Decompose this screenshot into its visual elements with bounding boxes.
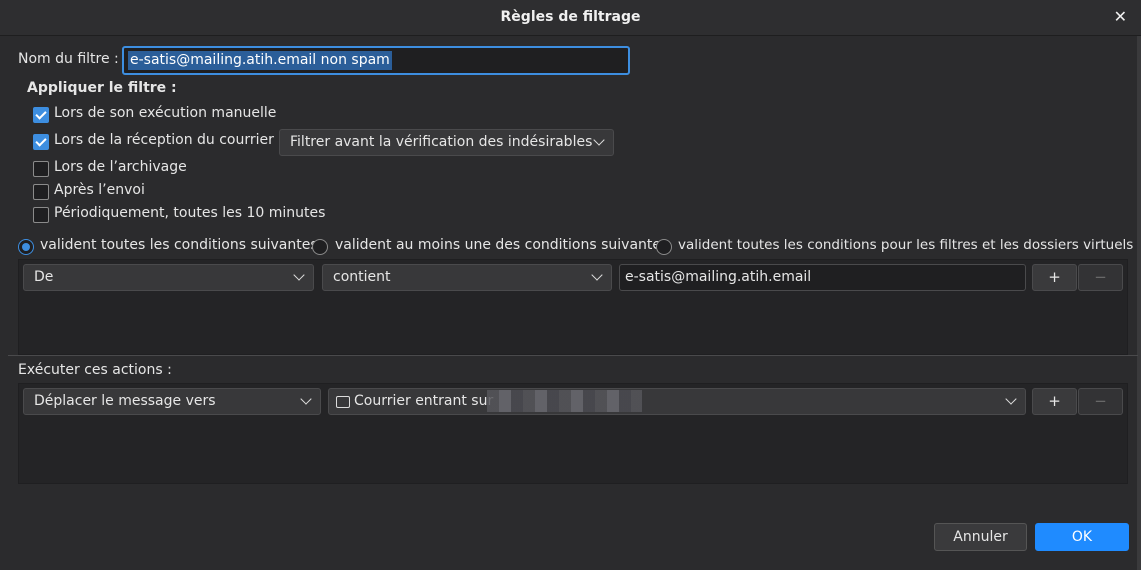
action-target-dropdown[interactable]: Courrier entrant sur [328,388,1026,415]
filter-name-label: Nom du filtre : [18,51,119,67]
apply-filter-heading: Appliquer le filtre : [27,80,177,96]
filter-name-value: e-satis@mailing.atih.email non spam [128,51,392,70]
action-type-dropdown[interactable]: Déplacer le message vers [23,388,321,415]
filter-name-input[interactable]: e-satis@mailing.atih.email non spam [122,46,630,75]
remove-condition-button[interactable]: − [1078,264,1123,291]
redacted-account-name [487,390,642,412]
actions-label: Exécuter ces actions : [18,362,172,378]
chevron-down-icon [300,393,312,405]
on-receive-label: Lors de la réception du courrier : [54,132,284,148]
match-all-label: valident toutes les conditions suivantes [40,237,318,253]
add-action-button[interactable]: + [1032,388,1077,415]
cancel-button[interactable]: Annuler [934,523,1027,551]
reception-timing-dropdown[interactable]: Filtrer avant la vérification des indési… [279,129,614,156]
reception-timing-value: Filtrer avant la vérification des indési… [290,134,593,150]
title-bar: Règles de filtrage ✕ [0,0,1141,36]
action-type-value: Déplacer le message vers [34,393,216,409]
condition-operator-value: contient [333,269,391,285]
match-all-virtual-label: valident toutes les conditions pour les … [678,237,1134,253]
chevron-down-icon [293,269,305,281]
periodic-checkbox[interactable] [33,207,49,223]
inbox-folder-icon [336,396,350,408]
condition-operator-dropdown[interactable]: contient [322,264,612,291]
ok-button[interactable]: OK [1035,523,1129,551]
on-receive-checkbox[interactable] [33,134,49,150]
condition-value-text: e-satis@mailing.atih.email [625,269,812,285]
chevron-down-icon [591,269,603,281]
match-all-virtual-radio[interactable] [656,239,672,255]
condition-value-input[interactable]: e-satis@mailing.atih.email [619,264,1026,291]
match-any-radio[interactable] [312,239,328,255]
chevron-down-icon [1005,393,1017,405]
after-send-checkbox[interactable] [33,184,49,200]
close-icon[interactable]: ✕ [1114,7,1127,27]
window-edge [1137,36,1141,570]
action-target-value: Courrier entrant sur [354,393,494,409]
match-any-label: valident au moins une des conditions sui… [335,237,669,253]
on-archive-checkbox[interactable] [33,161,49,177]
add-condition-button[interactable]: + [1032,264,1077,291]
periodic-label: Périodiquement, toutes les 10 minutes [54,205,326,221]
manual-run-checkbox[interactable] [33,107,49,123]
chevron-down-icon [593,134,605,146]
after-send-label: Après l’envoi [54,182,145,198]
condition-field-dropdown[interactable]: De [23,264,314,291]
match-all-radio[interactable] [18,239,34,255]
window-title: Règles de filtrage [500,9,641,25]
condition-field-value: De [34,269,54,285]
on-archive-label: Lors de l’archivage [54,159,187,175]
manual-run-label: Lors de son exécution manuelle [54,105,277,121]
section-divider [8,355,1138,356]
remove-action-button[interactable]: − [1078,388,1123,415]
